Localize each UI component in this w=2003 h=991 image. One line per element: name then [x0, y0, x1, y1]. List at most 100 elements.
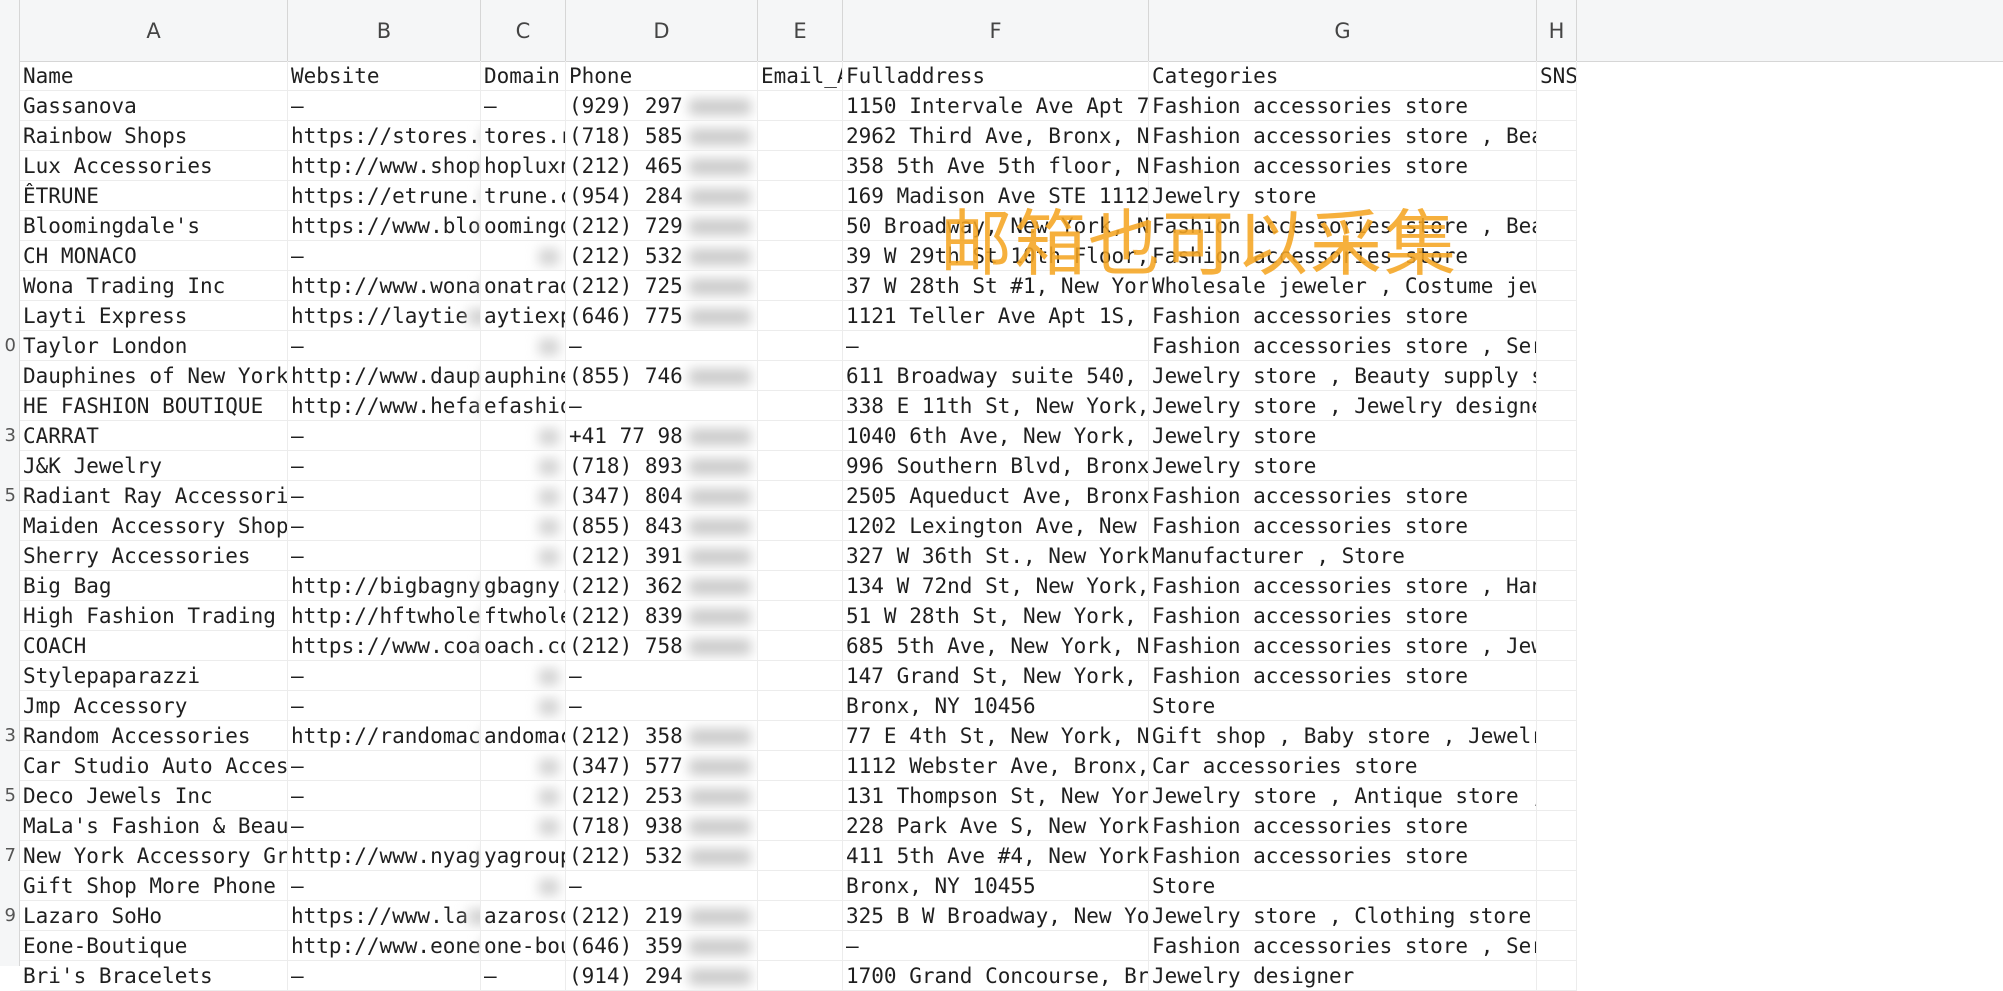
cell-d[interactable]: –	[566, 661, 758, 691]
cell-f[interactable]: –	[843, 331, 1149, 361]
cell-e[interactable]	[758, 211, 843, 241]
cell-a[interactable]: Lux Accessories	[20, 151, 288, 181]
cell-e[interactable]	[758, 331, 843, 361]
column-header-f[interactable]: F	[843, 0, 1149, 61]
cell-e[interactable]	[758, 421, 843, 451]
cell-a[interactable]: Lazaro SoHo	[20, 901, 288, 931]
cell-b[interactable]: http://www.wona	[288, 271, 481, 301]
cell-h[interactable]	[1537, 211, 1577, 241]
column-header-b[interactable]: B	[288, 0, 481, 61]
cell-h[interactable]	[1537, 811, 1577, 841]
cell-h[interactable]	[1537, 361, 1577, 391]
cell-b[interactable]: –	[288, 241, 481, 271]
cell-h[interactable]	[1537, 751, 1577, 781]
cell-e[interactable]	[758, 511, 843, 541]
cell-e[interactable]	[758, 781, 843, 811]
cell-c[interactable]: azarosoh	[481, 901, 566, 931]
cell-c[interactable]	[481, 781, 566, 811]
cell-a[interactable]: Jmp Accessory	[20, 691, 288, 721]
cell-b[interactable]: http://www.hefa	[288, 391, 481, 421]
cell-f[interactable]: 228 Park Ave S, New York, NY 100	[843, 811, 1149, 841]
cell-h[interactable]	[1537, 301, 1577, 331]
cell-c[interactable]	[481, 481, 566, 511]
cell-g[interactable]: Fashion accessories store	[1149, 91, 1537, 121]
cell-g[interactable]: Store	[1149, 691, 1537, 721]
cell-a[interactable]: J&K Jewelry	[20, 451, 288, 481]
cell-h[interactable]	[1537, 271, 1577, 301]
cell-c[interactable]	[481, 661, 566, 691]
cell-c[interactable]: oach.com	[481, 631, 566, 661]
cell-d[interactable]: (212) 362	[566, 571, 758, 601]
cell-c[interactable]	[481, 811, 566, 841]
cell-d[interactable]: (347) 804	[566, 481, 758, 511]
cell-d[interactable]: (212) 253	[566, 781, 758, 811]
cell-b[interactable]: https://etrune.	[288, 181, 481, 211]
cell-d[interactable]: (212) 725	[566, 271, 758, 301]
cell-h[interactable]	[1537, 421, 1577, 451]
cell-g[interactable]: Gift shop , Baby store , Jewelry store	[1149, 721, 1537, 751]
column-header-a[interactable]: A	[20, 0, 288, 61]
cell-h[interactable]	[1537, 511, 1577, 541]
cell-a[interactable]: High Fashion Trading Inc.	[20, 601, 288, 631]
cell-f[interactable]: 1112 Webster Ave, Bronx, NY 1045	[843, 751, 1149, 781]
cell-g[interactable]: Jewelry store , Beauty supply store , Bo…	[1149, 361, 1537, 391]
cell-g[interactable]: Fashion accessories store	[1149, 151, 1537, 181]
header-cell-e[interactable]: Email_Add	[758, 61, 843, 91]
cell-c[interactable]: ftwholes	[481, 601, 566, 631]
cell-d[interactable]: (718) 585	[566, 121, 758, 151]
cell-e[interactable]	[758, 751, 843, 781]
cell-c[interactable]: oomingdc	[481, 211, 566, 241]
cell-h[interactable]	[1537, 481, 1577, 511]
cell-h[interactable]	[1537, 91, 1577, 121]
cell-e[interactable]	[758, 391, 843, 421]
cell-d[interactable]: (347) 577	[566, 751, 758, 781]
cell-b[interactable]: https://www.la	[288, 901, 481, 931]
cell-b[interactable]: http://www.daup	[288, 361, 481, 391]
cell-d[interactable]: (212) 758	[566, 631, 758, 661]
cell-c[interactable]: aytiexpr	[481, 301, 566, 331]
cell-h[interactable]	[1537, 601, 1577, 631]
cell-a[interactable]: Gift Shop More Phone Accessor	[20, 871, 288, 901]
cell-d[interactable]: –	[566, 691, 758, 721]
cell-f[interactable]: 411 5th Ave #4, New York, NY 100	[843, 841, 1149, 871]
cell-h[interactable]	[1537, 781, 1577, 811]
cell-h[interactable]	[1537, 931, 1577, 961]
cell-a[interactable]: Rainbow Shops	[20, 121, 288, 151]
cell-f[interactable]: 611 Broadway suite 540, New York,	[843, 361, 1149, 391]
header-cell-b[interactable]: Website	[288, 61, 481, 91]
cell-d[interactable]: (855) 746	[566, 361, 758, 391]
cell-f[interactable]: 147 Grand St, New York, NY 10013	[843, 661, 1149, 691]
cell-f[interactable]: 77 E 4th St, New York, NY 10003	[843, 721, 1149, 751]
cell-c[interactable]	[481, 691, 566, 721]
header-cell-g[interactable]: Categories	[1149, 61, 1537, 91]
cell-c[interactable]: andomacc	[481, 721, 566, 751]
cell-c[interactable]	[481, 511, 566, 541]
cell-d[interactable]: (212) 358	[566, 721, 758, 751]
cell-e[interactable]	[758, 931, 843, 961]
cell-g[interactable]: Jewelry store	[1149, 421, 1537, 451]
cell-c[interactable]	[481, 331, 566, 361]
cell-f[interactable]: 358 5th Ave 5th floor, New York,	[843, 151, 1149, 181]
cell-e[interactable]	[758, 121, 843, 151]
cell-c[interactable]: –	[481, 91, 566, 121]
cell-b[interactable]: http://bigbagny	[288, 571, 481, 601]
cell-c[interactable]	[481, 241, 566, 271]
cell-h[interactable]	[1537, 721, 1577, 751]
cell-e[interactable]	[758, 361, 843, 391]
cell-f[interactable]: 2505 Aqueduct Ave, Bronx, NY 1046	[843, 481, 1149, 511]
cell-d[interactable]: (718) 938	[566, 811, 758, 841]
cell-d[interactable]: (929) 297	[566, 91, 758, 121]
cell-b[interactable]: –	[288, 661, 481, 691]
cell-h[interactable]	[1537, 241, 1577, 271]
cell-a[interactable]: Maiden Accessory Shop	[20, 511, 288, 541]
cell-c[interactable]: efashion	[481, 391, 566, 421]
cell-b[interactable]: –	[288, 451, 481, 481]
cell-d[interactable]: (212) 391	[566, 541, 758, 571]
cell-h[interactable]	[1537, 391, 1577, 421]
header-cell-d[interactable]: Phone	[566, 61, 758, 91]
cell-g[interactable]: Jewelry store , Antique store , Handbags	[1149, 781, 1537, 811]
cell-f[interactable]: 51 W 28th St, New York, NY 10001	[843, 601, 1149, 631]
header-cell-c[interactable]: Domain	[481, 61, 566, 91]
cell-b[interactable]: http://randomac	[288, 721, 481, 751]
cell-f[interactable]: 134 W 72nd St, New York, NY 10023	[843, 571, 1149, 601]
